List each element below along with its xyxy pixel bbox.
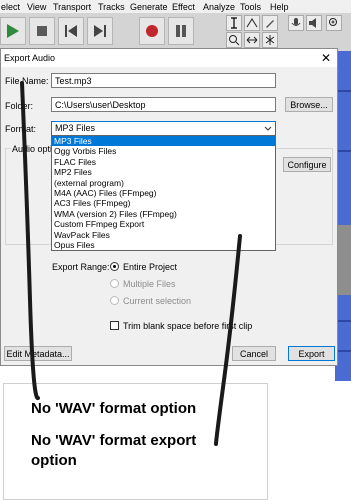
annotation-arrows [20, 81, 242, 446]
